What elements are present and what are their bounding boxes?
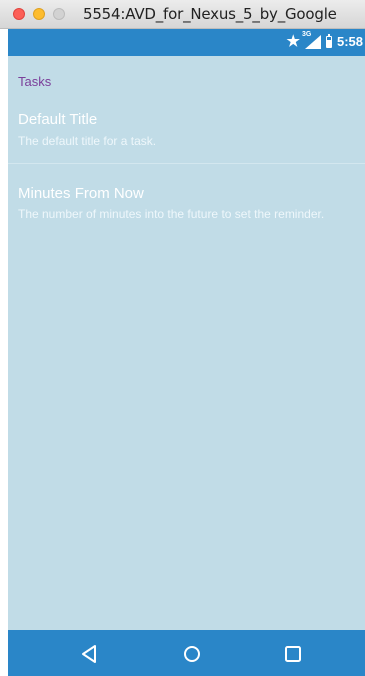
- zoom-window-button[interactable]: [53, 8, 65, 20]
- recents-icon: [285, 646, 301, 662]
- preference-title: Minutes From Now: [18, 185, 144, 202]
- status-icons: ★ 3G 5:58: [286, 31, 363, 50]
- status-bar: ★ 3G 5:58: [8, 29, 365, 56]
- back-button[interactable]: [78, 642, 102, 666]
- preference-summary: The number of minutes into the future to…: [18, 207, 325, 221]
- preference-minutes-from-now[interactable]: Minutes From Now The number of minutes i…: [8, 175, 365, 245]
- home-button[interactable]: [180, 642, 204, 666]
- window-title: 5554:AVD_for_Nexus_5_by_Google: [83, 5, 337, 23]
- preference-title: Default Title: [18, 111, 98, 128]
- preference-summary: The default title for a task.: [18, 134, 157, 148]
- battery-icon: [325, 33, 332, 48]
- star-icon: ★: [286, 33, 300, 50]
- recents-button[interactable]: [281, 642, 305, 666]
- status-time: 5:58: [336, 34, 363, 49]
- signal-icon: 3G: [302, 31, 321, 49]
- window-title-bar: 5554:AVD_for_Nexus_5_by_Google: [0, 0, 365, 29]
- emulator-window: 5554:AVD_for_Nexus_5_by_Google ★ 3G 5:58…: [0, 0, 365, 676]
- network-type: 3G: [301, 30, 312, 38]
- close-window-button[interactable]: [13, 8, 25, 20]
- minimize-window-button[interactable]: [33, 8, 45, 20]
- preferences-screen: Tasks Default Title The default title fo…: [8, 56, 365, 630]
- preference-default-title[interactable]: Default Title The default title for a ta…: [8, 103, 365, 163]
- preference-divider: [8, 163, 365, 164]
- navigation-bar: [8, 630, 365, 676]
- preference-category-title: Tasks: [18, 74, 52, 89]
- home-icon: [184, 646, 200, 662]
- back-icon: [82, 645, 96, 663]
